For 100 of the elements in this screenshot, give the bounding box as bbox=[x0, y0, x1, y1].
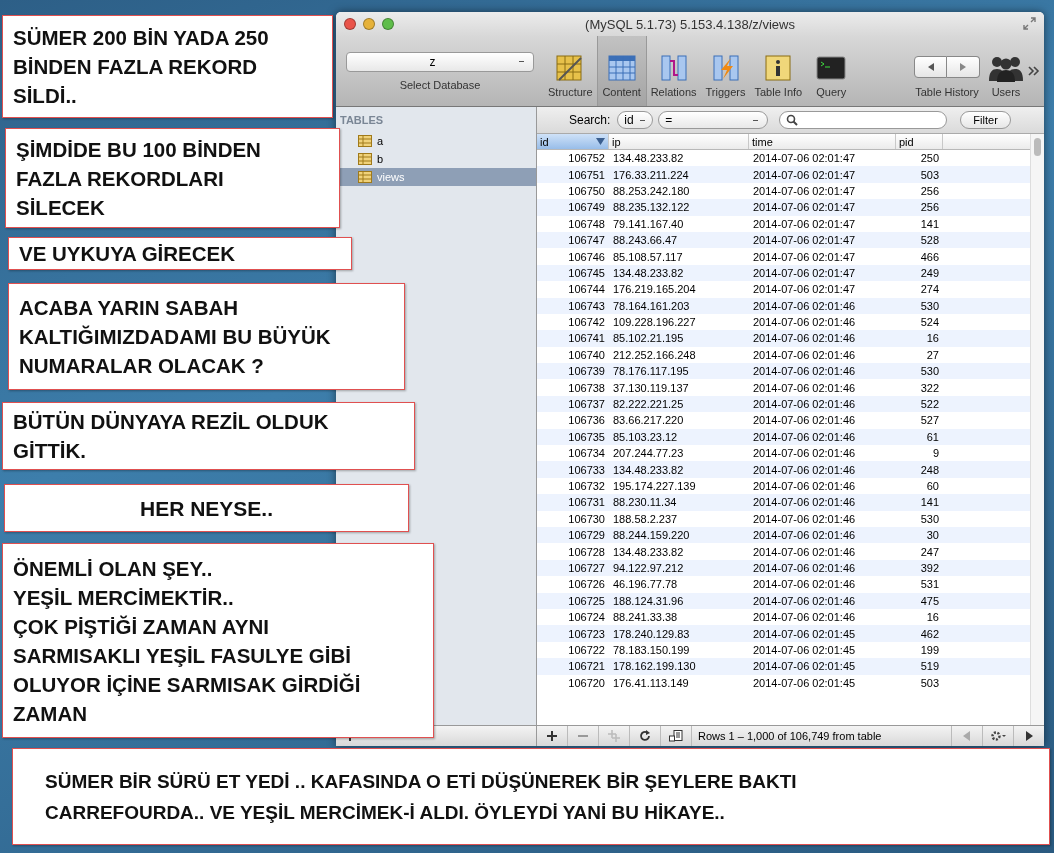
gear-icon bbox=[990, 730, 1006, 742]
table-cell-text: 134.48.233.82 bbox=[612, 152, 685, 165]
lightning-icon bbox=[710, 54, 741, 82]
toolbar-button[interactable]: Relations bbox=[646, 36, 701, 106]
table-cell-text: 106731 bbox=[567, 496, 606, 509]
table-cell-text: 134.48.233.82 bbox=[612, 266, 685, 279]
table-cell-text: 519 bbox=[919, 660, 940, 673]
table-cell-text: 2014-07-06 02:01:46 bbox=[752, 496, 857, 509]
table-cell-text: 475 bbox=[919, 594, 940, 607]
overflow-icon[interactable] bbox=[1028, 66, 1040, 76]
table-cell-text: 2014-07-06 02:01:46 bbox=[752, 529, 857, 542]
fullscreen-icon[interactable] bbox=[1023, 17, 1036, 30]
table-cell-text: 522 bbox=[919, 398, 940, 411]
toolbar-button[interactable]: Content bbox=[596, 36, 647, 106]
table-cell-text: 503 bbox=[919, 168, 940, 181]
column-header[interactable]: time bbox=[749, 134, 896, 149]
toolbar-button[interactable]: Structure bbox=[544, 36, 597, 106]
info-icon bbox=[763, 54, 794, 82]
table-cell-text: 2014-07-06 02:01:46 bbox=[752, 545, 857, 558]
table-cell-text: 2014-07-06 02:01:47 bbox=[752, 266, 857, 279]
table-cell-text: 106735 bbox=[567, 430, 606, 443]
table-cell-text: 530 bbox=[919, 365, 940, 378]
table-cell-text: 94.122.97.212 bbox=[612, 561, 685, 574]
table-cell-text: 106736 bbox=[567, 414, 606, 427]
table-cell-text: 2014-07-06 02:01:46 bbox=[752, 512, 857, 525]
filter-button[interactable]: Filter bbox=[960, 111, 1011, 129]
table-cell-text: 503 bbox=[919, 676, 940, 689]
table-cell-text: 176.33.211.224 bbox=[612, 168, 690, 181]
duplicate-icon bbox=[608, 730, 620, 742]
table-cell-text: 528 bbox=[919, 234, 940, 247]
table-cell-text: 141 bbox=[919, 217, 940, 230]
table-cell-text: 16 bbox=[925, 611, 940, 624]
table-cell-text: 2014-07-06 02:01:45 bbox=[752, 676, 857, 689]
table-cell-text: 2014-07-06 02:01:46 bbox=[752, 480, 857, 492]
operator-select[interactable]: = bbox=[658, 111, 769, 129]
table-cell-text: 2014-07-06 02:01:46 bbox=[752, 463, 857, 476]
table-item[interactable]: b bbox=[336, 150, 536, 168]
table-item[interactable]: a bbox=[336, 132, 536, 150]
table-cell-text: 106743 bbox=[567, 299, 606, 312]
table-cell-text: 106744 bbox=[567, 283, 606, 296]
search-icon bbox=[786, 114, 799, 126]
table-cell-text: 176.219.165.204 bbox=[612, 283, 697, 296]
table-cell-text: 466 bbox=[919, 250, 940, 263]
table-icon bbox=[358, 171, 372, 183]
table-cell-text: 207.244.77.23 bbox=[612, 447, 685, 460]
status-text: Rows 1 – 1,000 of 106,749 from table bbox=[697, 730, 883, 742]
table-cell-text: 106738 bbox=[567, 381, 606, 394]
toolbar-button[interactable]: Triggers bbox=[700, 36, 751, 106]
table-cell-text: 178.162.199.130 bbox=[612, 660, 697, 673]
relations-icon bbox=[658, 54, 689, 82]
table-cell-text: 2014-07-06 02:01:46 bbox=[752, 316, 857, 329]
toolbar-button[interactable]: Table Info bbox=[750, 36, 807, 106]
table-cell-text: 106725 bbox=[567, 594, 606, 607]
minimize-button[interactable] bbox=[363, 18, 375, 30]
table-cell-text: 106723 bbox=[567, 627, 606, 640]
annotation-text: SÜMER BİR SÜRÜ ET YEDİ .. KAFASINDA O ETİ DÜŞÜNEREK BİR ŞEYLERE BAKTI CARREFOURDA.. VE YEŞİL MERCİMEK-İ ALDI. ÖYLEYDİ YANİ BU HİKAYE.. bbox=[45, 769, 797, 825]
zoom-button[interactable] bbox=[382, 18, 394, 30]
close-button[interactable] bbox=[344, 18, 356, 30]
table-cell-text: 106720 bbox=[567, 676, 606, 689]
table-cell-text: 2014-07-06 02:01:46 bbox=[752, 611, 857, 624]
table-cell-text: 106749 bbox=[567, 201, 606, 214]
table-cell-text: 141 bbox=[919, 496, 940, 509]
forward-button[interactable] bbox=[947, 56, 980, 78]
database-select[interactable]: z bbox=[346, 51, 534, 72]
back-button[interactable] bbox=[914, 56, 947, 78]
column-header[interactable]: pid bbox=[896, 134, 943, 149]
table-cell-text: 247 bbox=[919, 545, 940, 558]
table-cell-text: 27 bbox=[925, 348, 940, 361]
table-cell-text: 134.48.233.82 bbox=[612, 463, 685, 476]
table-cell-text: 524 bbox=[919, 316, 940, 329]
table-cell-text: 2014-07-06 02:01:46 bbox=[752, 381, 857, 394]
table-cell-text: 2014-07-06 02:01:46 bbox=[752, 348, 857, 361]
table-cell-text: 106721 bbox=[567, 660, 606, 673]
add-icon bbox=[547, 731, 557, 741]
table-cell-text: 2014-07-06 02:01:45 bbox=[752, 660, 857, 673]
annotation-text: ACABA YARIN SABAH KALTIĞIMIZDADAMI BU BÜYÜK NUMARALAR OLACAK ? bbox=[19, 295, 331, 379]
table-cell-text: 37.130.119.137 bbox=[612, 381, 690, 394]
forward-arrow-icon bbox=[958, 62, 968, 72]
table-cell-text: 85.102.21.195 bbox=[612, 332, 685, 345]
table-cell-text: 78.176.117.195 bbox=[612, 365, 690, 378]
table-cell-text: 9 bbox=[931, 447, 940, 460]
toolbar-button[interactable]: Users bbox=[986, 36, 1026, 106]
sort-down-icon bbox=[596, 138, 605, 145]
annotation-text: ŞİMDİDE BU 100 BİNDEN FAZLA REKORDLARI SİLECEK bbox=[16, 136, 261, 221]
table-cell-text: 134.48.233.82 bbox=[612, 545, 685, 558]
table-cell-text: 2014-07-06 02:01:47 bbox=[752, 201, 857, 214]
table-cell-text: 2014-07-06 02:01:46 bbox=[752, 578, 857, 591]
toolbar-button[interactable]: Query bbox=[806, 36, 857, 106]
search-field[interactable] bbox=[779, 111, 948, 129]
table-cell-text: 106752 bbox=[567, 152, 606, 165]
table-cell-text: 88.244.159.220 bbox=[612, 529, 691, 542]
table-cell-text: 322 bbox=[919, 381, 940, 394]
column-header[interactable]: id bbox=[537, 134, 609, 149]
scrollbar[interactable] bbox=[1030, 134, 1044, 725]
field-select[interactable]: id bbox=[617, 111, 654, 129]
table-cell-text: 274 bbox=[919, 283, 940, 296]
column-header[interactable]: ip bbox=[609, 134, 749, 149]
table-cell-text: 61 bbox=[925, 430, 940, 443]
table-cell-text: 106745 bbox=[567, 266, 606, 279]
table-cell-text: 106727 bbox=[567, 561, 606, 574]
